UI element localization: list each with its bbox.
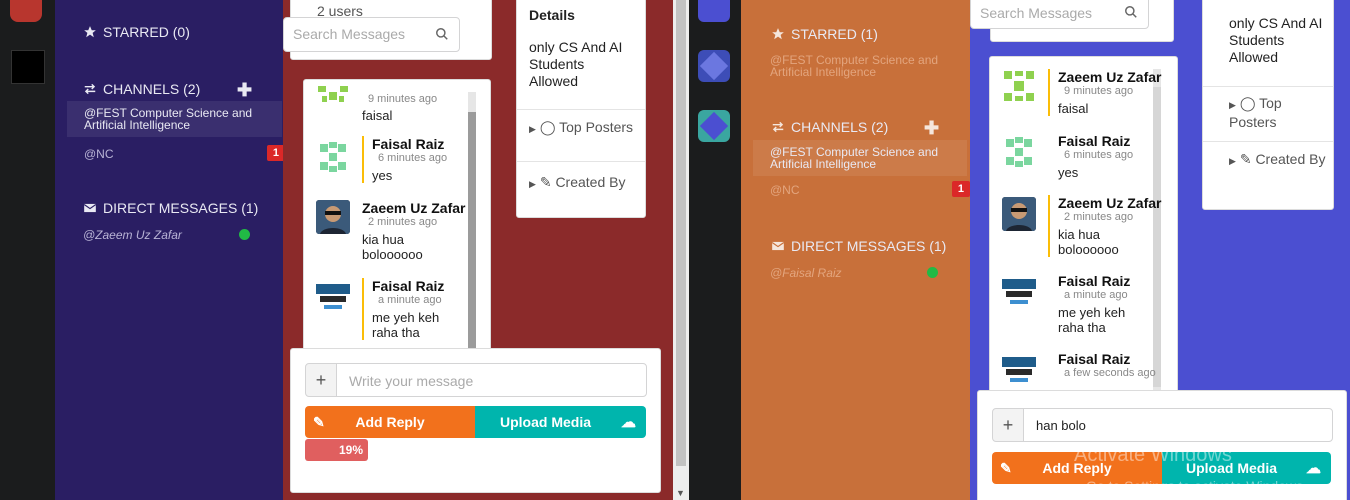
search-input[interactable]: Search Messages bbox=[970, 0, 1149, 29]
details-title: Details bbox=[529, 7, 575, 23]
channel-details-card: Details only CS And AI Students Allowed … bbox=[516, 0, 646, 218]
unread-badge: 1 bbox=[951, 181, 970, 197]
channels-header: CHANNELS (2) bbox=[83, 81, 200, 97]
message-item: Zaeem Uz Zafar 2 minutes ago kia hua bol… bbox=[362, 200, 466, 262]
online-indicator bbox=[927, 267, 938, 278]
window-scrollbar[interactable]: ▼ bbox=[673, 0, 689, 500]
search-input[interactable]: Search Messages bbox=[283, 17, 460, 52]
direct-messages-header: DIRECT MESSAGES (1) bbox=[83, 200, 258, 216]
top-posters-toggle[interactable]: ▶ ◯ Top Posters bbox=[1229, 95, 1329, 131]
avatar-identicon-green bbox=[316, 84, 350, 104]
scrollbar[interactable] bbox=[468, 92, 476, 362]
windows-watermark-subtitle: Go to Settings to activate Windows. bbox=[1086, 478, 1307, 494]
starred-header[interactable]: STARRED (1) bbox=[771, 26, 878, 42]
message-item: Faisal Raiz a few seconds ago bbox=[1058, 351, 1156, 379]
starred-channel-item[interactable]: @FEST Computer Science and Artificial In… bbox=[753, 48, 967, 84]
search-icon bbox=[436, 28, 448, 40]
dm-user[interactable]: @Zaeem Uz Zafar bbox=[83, 228, 182, 242]
details-description: only CS And AI Students Allowed bbox=[1229, 15, 1323, 65]
left-sidebar: STARRED (0) CHANNELS (2) ✚ @FEST Compute… bbox=[55, 0, 285, 500]
divider bbox=[1203, 141, 1333, 142]
right-sidebar: STARRED (1) @FEST Computer Science and A… bbox=[741, 0, 970, 500]
rail-avatar-3[interactable] bbox=[698, 110, 730, 142]
envelope-icon bbox=[771, 241, 785, 251]
edit-icon: ✎ bbox=[1000, 459, 1012, 476]
envelope-icon bbox=[83, 203, 97, 213]
avatar-identicon-green bbox=[1002, 69, 1036, 103]
divider bbox=[517, 109, 645, 110]
avatar-identicon-mint bbox=[316, 140, 350, 174]
starred-header[interactable]: STARRED (0) bbox=[83, 24, 190, 40]
channel-item-fest[interactable]: @FEST Computer Science and Artificial In… bbox=[67, 101, 282, 137]
channel-details-card: only CS And AI Students Allowed ▶ ◯ Top … bbox=[1202, 0, 1334, 210]
exchange-icon bbox=[84, 83, 96, 95]
created-by-toggle[interactable]: ▶ ✎ Created By bbox=[529, 174, 639, 193]
caret-right-icon: ▶ bbox=[529, 179, 536, 189]
upload-progress-bar: 19% bbox=[305, 439, 368, 461]
user-icon: ◯ bbox=[1239, 95, 1256, 111]
channel-item-nc[interactable]: @NC 1 bbox=[67, 142, 285, 166]
avatar-photo bbox=[1002, 197, 1036, 231]
cloud-upload-icon: ☁ bbox=[1306, 460, 1321, 477]
divider bbox=[517, 161, 645, 162]
caret-right-icon: ▶ bbox=[1229, 156, 1236, 166]
message-item: Zaeem Uz Zafar 2 minutes ago kia hua bol… bbox=[1048, 195, 1161, 257]
dm-user[interactable]: @Faisal Raiz bbox=[770, 266, 842, 280]
message-item: Zaeem Uz Zafar 9 minutes ago faisal bbox=[1048, 69, 1161, 116]
created-by-toggle[interactable]: ▶ ✎ Created By bbox=[1229, 151, 1329, 170]
direct-messages-header: DIRECT MESSAGES (1) bbox=[771, 238, 946, 254]
message-input[interactable]: han bolo bbox=[1023, 408, 1333, 442]
add-attachment-button[interactable]: + bbox=[992, 408, 1024, 442]
rail-avatar-1[interactable] bbox=[698, 0, 730, 22]
star-icon bbox=[84, 26, 96, 38]
left-app-rail bbox=[0, 0, 55, 500]
caret-right-icon: ▶ bbox=[529, 124, 536, 134]
caret-right-icon: ▶ bbox=[1229, 100, 1236, 110]
top-posters-toggle[interactable]: ▶ ◯ Top Posters bbox=[529, 119, 634, 138]
avatar-screenshot bbox=[316, 280, 350, 314]
message-item: 9 minutes ago faisal bbox=[362, 93, 438, 123]
user-icon: ◯ bbox=[539, 119, 556, 135]
divider bbox=[1203, 86, 1333, 87]
search-icon bbox=[1125, 6, 1137, 18]
message-item: Faisal Raiz a minute ago me yeh keh raha… bbox=[1058, 273, 1131, 335]
add-attachment-button[interactable]: + bbox=[305, 363, 337, 397]
windows-watermark-title: Activate Windows bbox=[1074, 444, 1232, 466]
channels-header: CHANNELS (2) bbox=[771, 119, 888, 135]
message-item: Faisal Raiz a minute ago me yeh keh raha… bbox=[362, 278, 467, 340]
messages-panel: Zaeem Uz Zafar 9 minutes ago faisal Fais… bbox=[989, 56, 1178, 398]
avatar-identicon-mint bbox=[1002, 135, 1036, 169]
left-main-area: 2 users Search Messages 9 minutes ago fa… bbox=[283, 0, 673, 500]
cloud-upload-icon: ☁ bbox=[621, 414, 636, 431]
add-reply-button[interactable]: ✎ Add Reply bbox=[305, 406, 475, 438]
right-app-rail bbox=[689, 0, 741, 500]
message-item: Faisal Raiz 6 minutes ago yes bbox=[1058, 133, 1134, 180]
rail-red-avatar[interactable] bbox=[10, 0, 42, 22]
edit-icon: ✎ bbox=[313, 413, 325, 430]
channel-item-nc[interactable]: @NC 1 bbox=[753, 178, 970, 202]
channel-item-fest[interactable]: @FEST Computer Science and Artificial In… bbox=[753, 140, 967, 176]
add-channel-icon[interactable]: ✚ bbox=[924, 118, 939, 139]
messages-panel: 9 minutes ago faisal Faisal Raiz 6 minut… bbox=[303, 79, 491, 371]
composer-card: + Write your message ✎ Add Reply Upload … bbox=[290, 348, 661, 493]
rail-avatar-2[interactable] bbox=[698, 50, 730, 82]
pencil-icon: ✎ bbox=[1239, 151, 1252, 167]
details-description: only CS And AI Students Allowed bbox=[529, 39, 623, 89]
message-item: Faisal Raiz 6 minutes ago yes bbox=[362, 136, 447, 183]
exchange-icon bbox=[772, 121, 784, 133]
avatar-photo bbox=[316, 200, 350, 234]
message-input[interactable]: Write your message bbox=[336, 363, 647, 397]
avatar-screenshot bbox=[1002, 353, 1036, 387]
star-icon bbox=[772, 28, 784, 40]
online-indicator bbox=[239, 229, 250, 240]
add-channel-icon[interactable]: ✚ bbox=[237, 80, 252, 101]
upload-media-button[interactable]: Upload Media ☁ bbox=[475, 406, 646, 438]
pencil-icon: ✎ bbox=[539, 174, 552, 190]
avatar-screenshot bbox=[1002, 275, 1036, 309]
right-main-area: Search Messages Zaeem Uz Zafar 9 minutes… bbox=[970, 0, 1350, 500]
progress-label: 19% bbox=[338, 443, 363, 457]
rail-black-square[interactable] bbox=[11, 50, 45, 84]
